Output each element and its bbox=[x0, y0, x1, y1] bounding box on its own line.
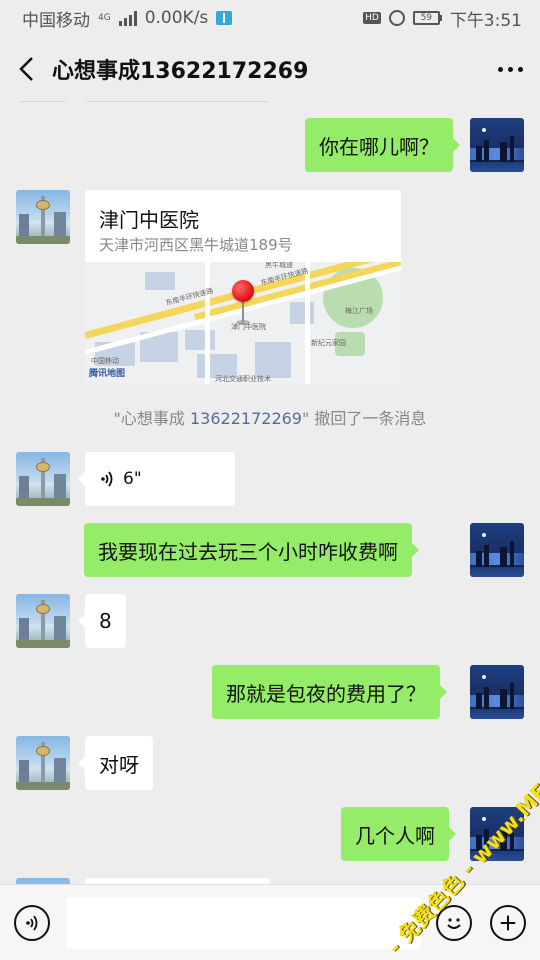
my-avatar[interactable] bbox=[470, 118, 524, 172]
contact-avatar[interactable] bbox=[16, 594, 70, 648]
map-provider-logo: 腾讯地图 bbox=[89, 369, 126, 379]
status-right: HD 59 下午3:51 bbox=[363, 6, 522, 31]
map-label: 梅江广场 bbox=[345, 307, 373, 315]
chevron-left-icon bbox=[19, 57, 33, 81]
location-address: 天津市河西区黑牛城道189号 bbox=[99, 236, 293, 254]
status-bar: 中国移动 4G 0.00K/s HD 59 下午3:51 bbox=[0, 0, 540, 36]
contact-avatar[interactable] bbox=[16, 452, 70, 506]
map-pin-icon bbox=[232, 280, 254, 302]
more-options-button[interactable] bbox=[480, 36, 540, 102]
network-type: 4G bbox=[98, 12, 111, 23]
my-avatar[interactable] bbox=[470, 523, 524, 577]
message-bubble-outgoing[interactable]: 我要现在过去玩三个小时咋收费啊 bbox=[84, 523, 419, 577]
map-label: 黑牛城道 bbox=[265, 262, 293, 269]
my-avatar[interactable] bbox=[470, 807, 524, 861]
contact-avatar[interactable] bbox=[16, 736, 70, 790]
voice-input-button[interactable] bbox=[14, 905, 50, 941]
signal-icon bbox=[118, 10, 137, 26]
battery-icon: 59 bbox=[412, 11, 442, 25]
back-button[interactable] bbox=[0, 36, 52, 102]
map-label: 新纪元家园 bbox=[311, 339, 346, 347]
smiley-icon bbox=[447, 918, 461, 929]
input-bar bbox=[0, 884, 540, 960]
map-label: 河北交通职业技术 bbox=[215, 375, 271, 383]
location-map-preview: 东南半环快速路 东南半环快速路 黑牛城道 津门中医院 梅江广场 新纪元家园 中国… bbox=[85, 262, 401, 384]
location-message-card[interactable]: 津门中医院 天津市河西区黑牛城道189号 东南半环快速路 东南半环快速路 黑牛城… bbox=[85, 190, 401, 384]
chat-title: 心想事成13622172269 bbox=[52, 59, 309, 84]
carrier-name: 中国移动 bbox=[22, 10, 90, 31]
alarm-icon bbox=[388, 10, 405, 26]
message-bubble-outgoing[interactable]: 你在哪儿啊？ bbox=[305, 118, 460, 172]
recall-nickname[interactable]: 13622172269 bbox=[190, 409, 302, 428]
network-speed: 0.00K/s bbox=[144, 8, 209, 28]
message-bubble-incoming[interactable]: 对呀 bbox=[78, 736, 153, 790]
message-bubble-incoming[interactable]: 8 bbox=[78, 594, 126, 648]
battery-level: 59 bbox=[412, 11, 440, 25]
recall-notice: "心想事成 13622172269" 撤回了一条消息 bbox=[0, 405, 540, 429]
clock: 下午3:51 bbox=[449, 10, 522, 31]
emoji-button[interactable] bbox=[436, 905, 472, 941]
message-bubble-outgoing[interactable]: 几个人啊 bbox=[341, 807, 456, 861]
recall-quote-open: "心想事成 bbox=[113, 409, 190, 428]
reader-app-icon bbox=[216, 11, 233, 25]
more-dots-icon bbox=[497, 66, 503, 72]
previous-message-edge bbox=[20, 101, 66, 102]
previous-message-edge bbox=[86, 101, 268, 102]
more-attachments-button[interactable] bbox=[490, 905, 526, 941]
plus-icon bbox=[500, 915, 516, 931]
hd-badge: HD bbox=[363, 12, 381, 24]
map-label: 中国移动 bbox=[91, 357, 119, 365]
voice-message-bubble[interactable]: 6" bbox=[78, 452, 235, 506]
message-bubble-outgoing[interactable]: 那就是包夜的费用了？ bbox=[212, 665, 447, 719]
voice-wave-icon bbox=[99, 470, 115, 488]
voice-duration: 6" bbox=[123, 469, 142, 489]
recall-text: 撤回了一条消息 bbox=[309, 409, 427, 428]
status-left: 中国移动 4G 0.00K/s bbox=[22, 6, 233, 31]
my-avatar[interactable] bbox=[470, 665, 524, 719]
message-input[interactable] bbox=[66, 897, 421, 949]
voice-wave-icon bbox=[26, 915, 38, 931]
contact-avatar[interactable] bbox=[16, 190, 70, 244]
location-name: 津门中医院 bbox=[99, 208, 199, 232]
chat-header: 心想事成13622172269 bbox=[0, 36, 540, 102]
